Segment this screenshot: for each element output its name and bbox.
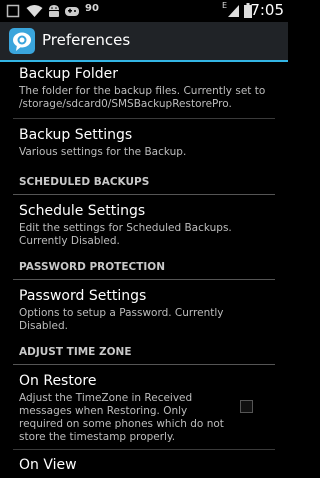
pref-summary: Edit the settings for Scheduled Backups.… — [19, 222, 232, 247]
pref-title: On View — [19, 457, 77, 473]
pref-password-settings[interactable]: Password Settings Options to setup a Pas… — [0, 288, 288, 333]
clock: 7:05 — [250, 1, 284, 19]
status-bar: 90 E 7:05 — [0, 0, 288, 22]
pref-backup-folder[interactable]: Backup Folder The folder for the backup … — [0, 66, 288, 111]
category-divider — [13, 194, 275, 195]
gamepad-icon — [64, 3, 80, 22]
wifi-icon — [26, 3, 43, 22]
pref-title: On Restore — [19, 373, 97, 389]
divider — [13, 118, 275, 119]
pref-on-view[interactable]: On View — [0, 457, 288, 474]
category-divider — [13, 364, 275, 365]
category-label: PASSWORD PROTECTION — [19, 261, 166, 273]
divider — [13, 449, 275, 450]
pref-title: Backup Settings — [19, 127, 133, 143]
category-password-protection: PASSWORD PROTECTION — [0, 261, 288, 274]
app-logo-icon[interactable] — [8, 27, 36, 55]
pref-title: Backup Folder — [19, 66, 119, 82]
pref-title: Password Settings — [19, 288, 147, 304]
category-label: SCHEDULED BACKUPS — [19, 176, 150, 188]
pref-summary: Various settings for the Backup. — [19, 146, 187, 158]
category-divider — [13, 279, 275, 280]
category-label: ADJUST TIME ZONE — [19, 346, 132, 358]
signal-icon — [228, 3, 240, 22]
android-icon — [47, 3, 61, 22]
pref-summary: Adjust the TimeZone in Received messages… — [19, 392, 224, 443]
notification-count: 90 — [85, 3, 99, 14]
category-adjust-time-zone: ADJUST TIME ZONE — [0, 346, 288, 359]
on-restore-checkbox[interactable] — [240, 400, 253, 413]
page-title: Preferences — [42, 31, 131, 49]
category-scheduled-backups: SCHEDULED BACKUPS — [0, 176, 288, 189]
network-type-label: E — [222, 1, 228, 10]
square-notification-icon — [6, 3, 20, 22]
pref-title: Schedule Settings — [19, 203, 146, 219]
pref-schedule-settings[interactable]: Schedule Settings Edit the settings for … — [0, 203, 288, 248]
action-bar: Preferences — [0, 22, 288, 62]
pref-backup-settings[interactable]: Backup Settings Various settings for the… — [0, 127, 288, 159]
pref-summary: Options to setup a Password. Currently D… — [19, 307, 224, 332]
pref-summary: The folder for the backup files. Current… — [19, 85, 266, 110]
